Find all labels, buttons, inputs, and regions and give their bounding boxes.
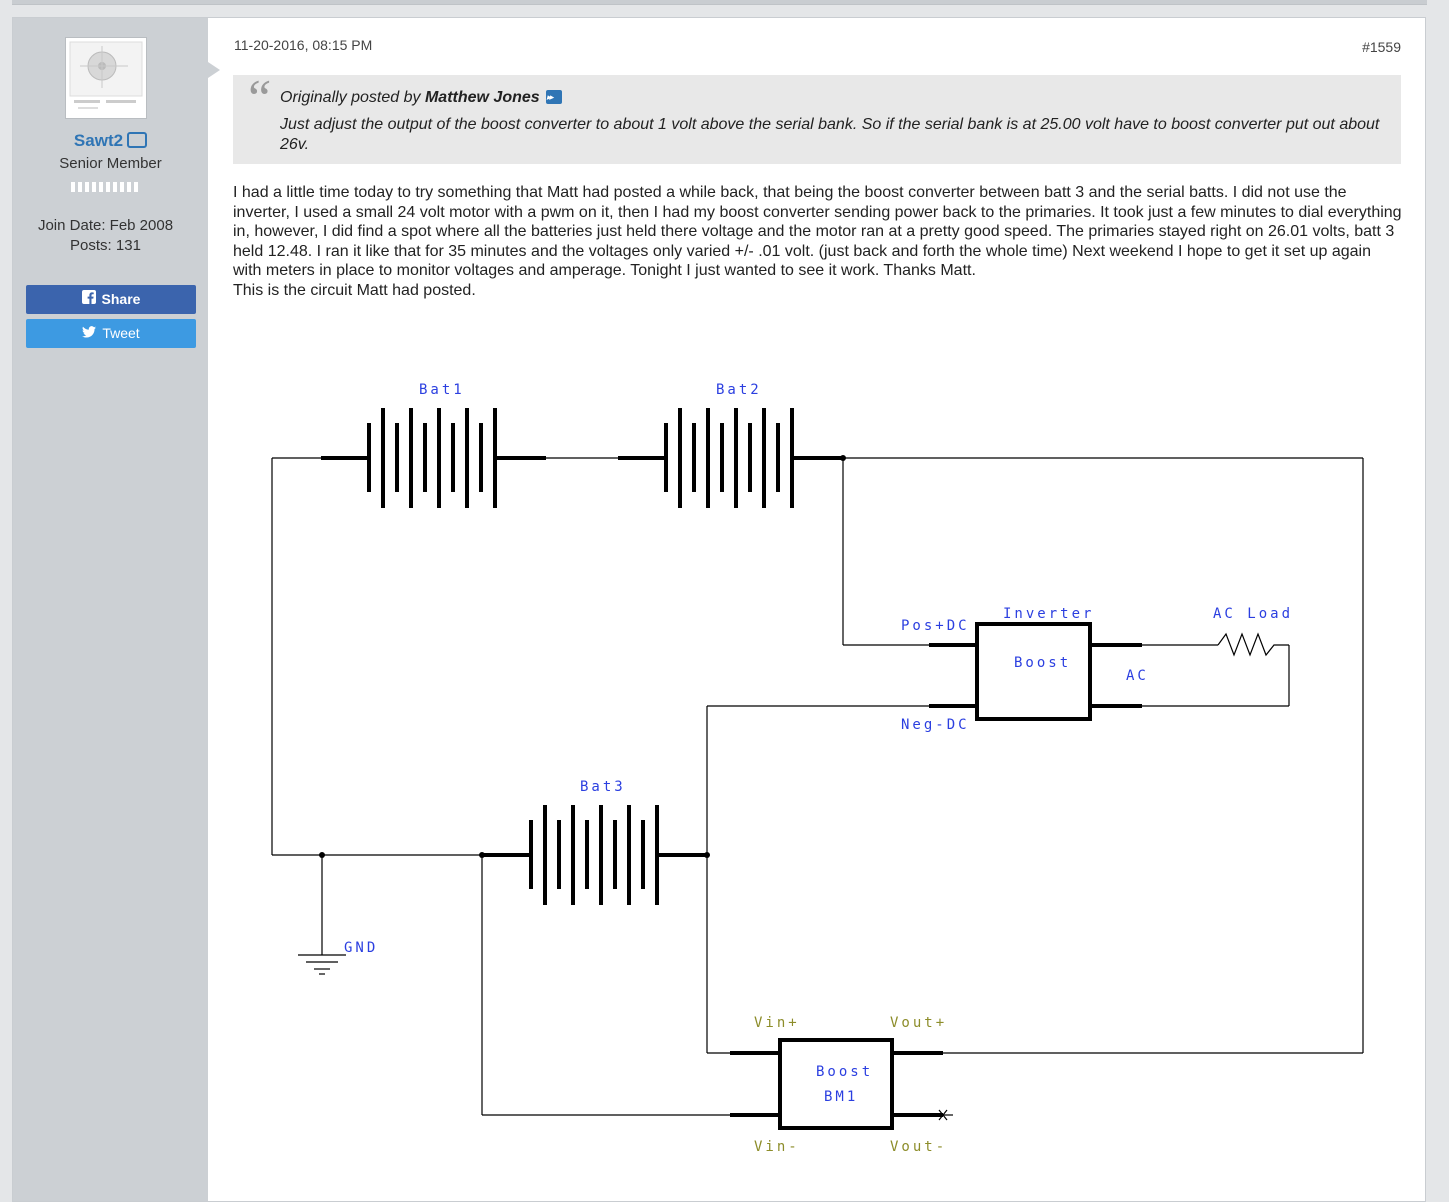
message-bubble-icon[interactable] xyxy=(127,131,148,148)
post-count: Posts: 131 xyxy=(70,237,141,254)
ac-load-label: AC Load xyxy=(1213,606,1293,622)
username[interactable]: Sawt2 xyxy=(13,131,208,151)
bm1-box-line2: BM1 xyxy=(824,1089,858,1105)
bat3-label: Bat3 xyxy=(580,779,626,795)
avatar[interactable] xyxy=(65,37,147,119)
post-body: I had a little time today to try somethi… xyxy=(233,183,1403,300)
bat1-label: Bat1 xyxy=(419,382,465,398)
quote-prefix: Originally posted by xyxy=(280,89,425,106)
vin-plus-label: Vin+ xyxy=(754,1015,800,1031)
twitter-tweet-button[interactable]: Tweet xyxy=(26,319,196,348)
inverter-box-label: Boost xyxy=(1014,655,1071,671)
bm1-box-line1: Boost xyxy=(816,1064,873,1080)
username-text[interactable]: Sawt2 xyxy=(74,131,123,150)
tweet-label: Tweet xyxy=(102,325,140,341)
gnd-label: GND xyxy=(344,940,378,956)
post-number-link[interactable]: #1559 xyxy=(1362,39,1401,55)
quote-mark-icon: “ xyxy=(243,70,272,127)
facebook-share-button[interactable]: Share xyxy=(26,285,196,314)
pos-dc-label: Pos+DC xyxy=(901,618,970,634)
circuit-schematic-image: Bat1 Bat2 Bat3 Inverter Boost Pos+DC Neg… xyxy=(271,382,1364,1155)
twitter-icon xyxy=(82,319,97,348)
facebook-icon xyxy=(81,285,96,314)
quote-text: Just adjust the output of the boost conv… xyxy=(280,116,1380,153)
forum-post: Sawt2 Senior Member Join Date: Feb 2008 … xyxy=(12,17,1426,1202)
vout-minus-label: Vout- xyxy=(890,1139,947,1155)
bat2-label: Bat2 xyxy=(716,382,762,398)
vout-plus-label: Vout+ xyxy=(890,1015,947,1031)
avatar-image xyxy=(66,38,146,118)
reputation-bar xyxy=(71,182,141,192)
view-post-icon[interactable] xyxy=(545,89,562,104)
previous-post-edge xyxy=(12,0,1427,5)
user-stats: Join Date: Feb 2008 Posts: 131 xyxy=(33,216,178,256)
post-body-caption: This is the circuit Matt had posted. xyxy=(233,281,476,299)
post-date: 11-20-2016, 08:15 PM xyxy=(234,37,373,53)
post-body-paragraph: I had a little time today to try somethi… xyxy=(233,184,1402,279)
inverter-label: Inverter xyxy=(1003,606,1094,622)
join-date: Join Date: Feb 2008 xyxy=(37,217,174,234)
page-top-strip xyxy=(0,0,1449,16)
quote-block: “ Originally posted by Matthew Jones Jus… xyxy=(233,70,1401,164)
vin-minus-label: Vin- xyxy=(754,1139,800,1155)
user-title: Senior Member xyxy=(59,155,162,172)
quote-author: Matthew Jones xyxy=(424,89,540,106)
ac-label: AC xyxy=(1126,668,1149,684)
quote-header: Originally posted by Matthew Jones xyxy=(280,89,562,107)
share-label: Share xyxy=(101,291,141,307)
user-info-panel: Sawt2 Senior Member Join Date: Feb 2008 … xyxy=(13,18,220,1201)
neg-dc-label: Neg-DC xyxy=(901,717,970,733)
